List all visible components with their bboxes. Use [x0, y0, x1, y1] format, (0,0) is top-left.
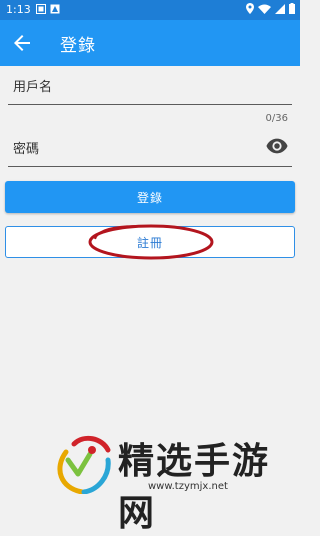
location-icon: [246, 3, 254, 14]
signal-icon: [275, 3, 285, 14]
watermark-url: www.tzymjx.net: [148, 481, 228, 492]
username-label: 用戶名: [13, 80, 53, 95]
page-title: 登錄: [60, 36, 96, 56]
login-button[interactable]: 登錄: [5, 181, 295, 213]
status-bar: 1:13: [0, 0, 300, 20]
register-button[interactable]: 註冊: [5, 226, 295, 258]
password-underline: [8, 166, 292, 167]
wifi-icon: [258, 4, 271, 14]
notification-icon: [36, 4, 46, 14]
watermark-logo: [57, 435, 111, 494]
watermark: 精选手游网 www.tzymjx.net: [52, 430, 292, 534]
username-underline: [8, 104, 292, 105]
arrow-left-icon[interactable]: [10, 31, 34, 55]
app-bar: 登錄: [0, 20, 300, 66]
password-label: 密碼: [13, 142, 40, 157]
status-time: 1:13: [6, 3, 31, 16]
password-counter: 0/36: [265, 113, 288, 124]
eye-icon[interactable]: [266, 137, 288, 155]
battery-icon: [289, 3, 295, 14]
notification-icon: [50, 4, 60, 14]
